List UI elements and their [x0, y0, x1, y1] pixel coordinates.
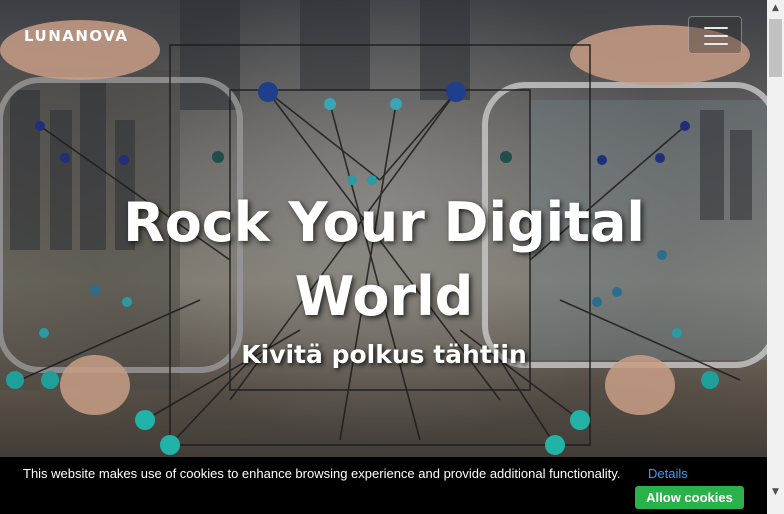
hero-subheadline: Kivitä polkus tähtiin: [241, 340, 527, 369]
page-scrollbar[interactable]: ▲ ▼: [767, 0, 784, 514]
hamburger-menu-icon-middle: [704, 35, 728, 37]
hero-headline: Rock Your Digital World: [123, 191, 645, 328]
navbar-menu-toggle-button[interactable]: [688, 16, 742, 54]
allow-cookies-button[interactable]: Allow cookies: [635, 486, 744, 509]
page: LUNANOVA Rock Your Digital World Kivitä …: [0, 0, 784, 514]
brand-logo[interactable]: LUNANOVA: [24, 27, 128, 45]
cookie-consent-banner: This website makes use of cookies to enh…: [0, 457, 767, 514]
scroll-down-arrow-icon[interactable]: ▼: [767, 484, 784, 501]
cookie-message: This website makes use of cookies to enh…: [23, 466, 621, 481]
cookie-details-link[interactable]: Details: [648, 466, 688, 481]
hamburger-menu-icon: [704, 27, 728, 29]
hamburger-menu-icon-bottom: [704, 43, 728, 45]
scroll-up-arrow-icon[interactable]: ▲: [767, 0, 784, 17]
scrollbar-thumb[interactable]: [769, 19, 782, 77]
